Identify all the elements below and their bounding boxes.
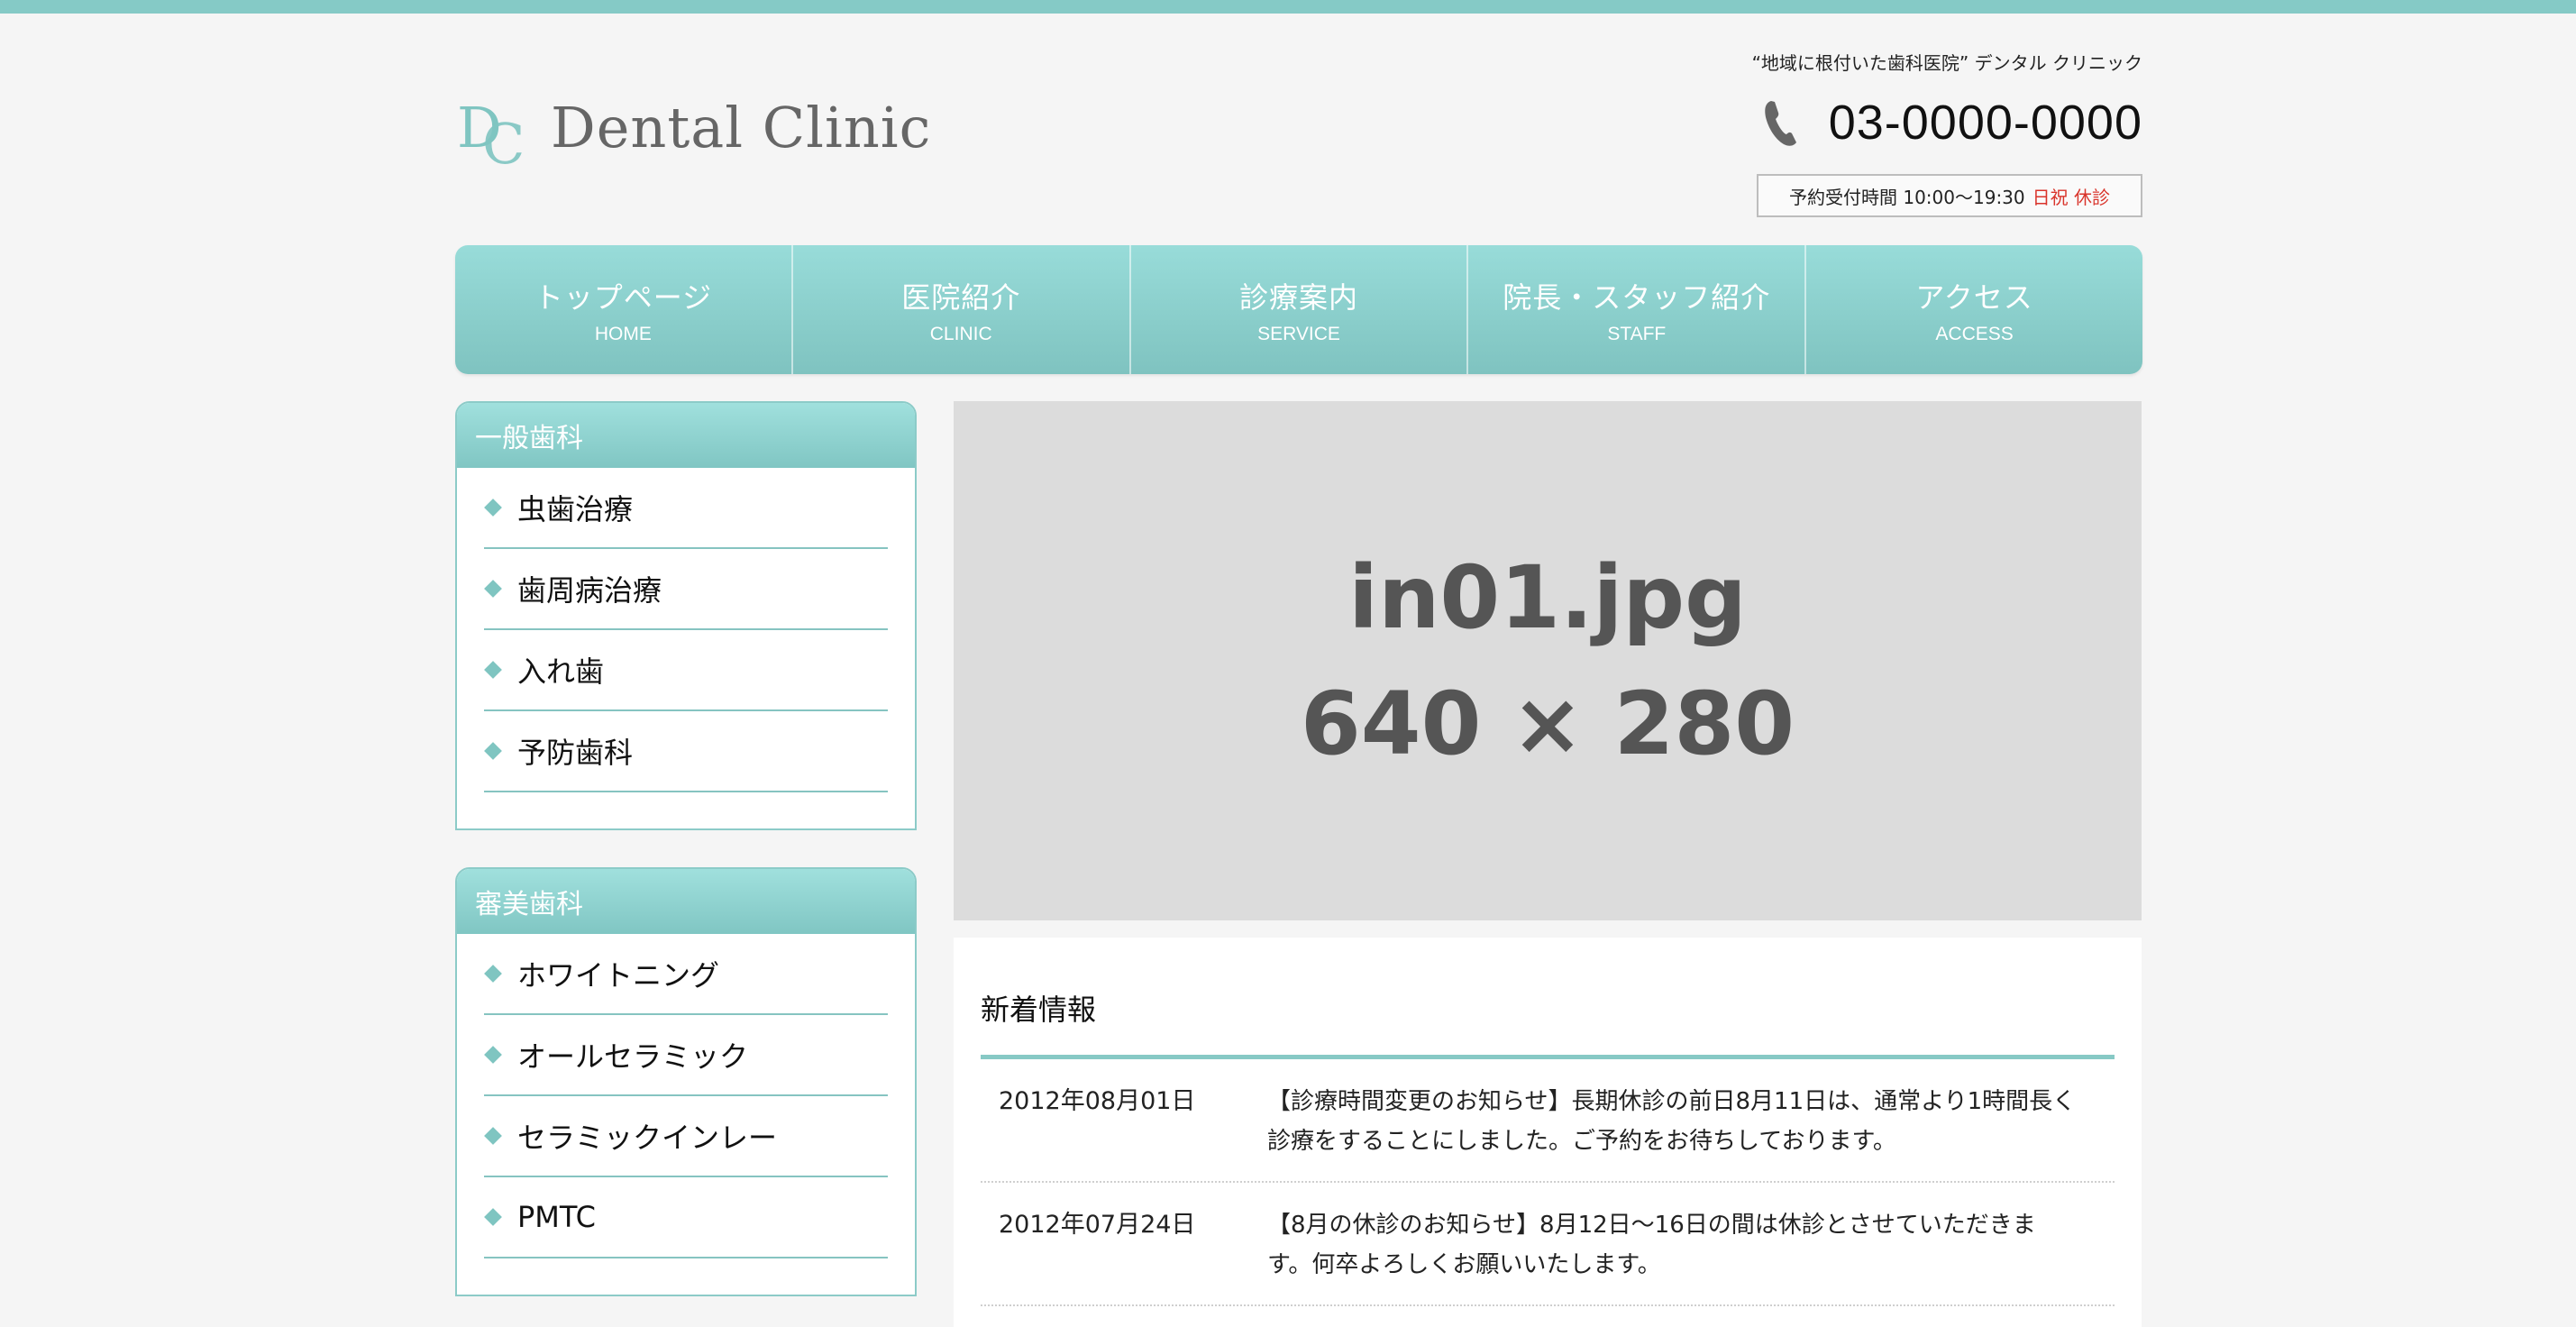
diamond-bullet-icon <box>484 499 502 517</box>
diamond-bullet-icon <box>484 661 502 679</box>
news-row: 2012年08月01日 【診療時間変更のお知らせ】長期休診の前日8月11日は、通… <box>981 1059 2115 1183</box>
placeholder-filename: in01.jpg <box>1348 547 1747 648</box>
dc-logo-icon: D C <box>457 95 525 169</box>
nav-label-jp: トップページ <box>534 279 713 315</box>
news-text[interactable]: 【診療時間変更のお知らせ】長期休診の前日8月11日は、通常より1時間長く診療をす… <box>1267 1082 2078 1161</box>
site-tagline: “地域に根付いた歯科医院” デンタル クリニック <box>1751 52 2142 74</box>
nav-service[interactable]: 診療案内 SERVICE <box>1131 245 1469 374</box>
hours-text: 予約受付時間 10:00〜19:30 <box>1789 186 2025 208</box>
nav-label-en: CLINIC <box>929 323 992 344</box>
nav-label-jp: アクセス <box>1915 279 2033 315</box>
diamond-bullet-icon <box>484 1046 502 1064</box>
nav-home[interactable]: トップページ HOME <box>455 245 793 374</box>
sidebar-item-label: 歯周病治療 <box>517 573 662 608</box>
sidebar-item-label: PMTC <box>517 1200 596 1234</box>
diamond-bullet-icon <box>484 1208 502 1226</box>
sidebar-item[interactable]: ホワイトニング <box>484 934 888 1015</box>
sidebar-heading: 一般歯科 <box>457 403 915 468</box>
news-row: 2012年07月24日 【8月の休診のお知らせ】8月12日〜16日の間は休診とさ… <box>981 1183 2115 1306</box>
top-accent-bar <box>0 0 2576 14</box>
logo-text: Dental Clinic <box>551 94 932 160</box>
site-logo[interactable]: D C Dental Clinic <box>455 86 931 169</box>
closed-days: 日祝 休診 <box>2032 186 2110 208</box>
global-nav: トップページ HOME 医院紹介 CLINIC 診療案内 SERVICE 院長・… <box>455 245 2142 374</box>
sidebar-heading: 審美歯科 <box>457 869 915 934</box>
sidebar-list: ホワイトニング オールセラミック セラミックインレー PMTC <box>457 934 915 1258</box>
diamond-bullet-icon <box>484 580 502 598</box>
placeholder-dimensions: 640 × 280 <box>1300 673 1795 774</box>
sidebar-item-label: 入れ歯 <box>517 654 605 689</box>
hero-image-placeholder: in01.jpg 640 × 280 <box>954 401 2142 920</box>
news-date: 2012年07月24日 <box>999 1211 1196 1239</box>
nav-label-en: HOME <box>594 323 652 344</box>
sidebar-cosmetic-dentistry: 審美歯科 ホワイトニング オールセラミック セラミックインレー PMTC <box>455 867 917 1296</box>
phone-number: 03-0000-0000 <box>1828 96 2142 150</box>
news-text[interactable]: 【8月の休診のお知らせ】8月12日〜16日の間は休診とさせていただきます。何卒よ… <box>1267 1205 2078 1285</box>
sidebar-list: 虫歯治療 歯周病治療 入れ歯 予防歯科 <box>457 468 915 792</box>
nav-staff[interactable]: 院長・スタッフ紹介 STAFF <box>1468 245 1807 374</box>
nav-label-jp: 診療案内 <box>1238 279 1358 315</box>
news-heading: 新着情報 <box>981 938 2115 1059</box>
nav-label-en: SERVICE <box>1257 323 1340 344</box>
sidebar-item[interactable]: セラミックインレー <box>484 1096 888 1177</box>
news-section: 新着情報 2012年08月01日 【診療時間変更のお知らせ】長期休診の前日8月1… <box>954 938 2142 1327</box>
phone-block: 03-0000-0000 <box>1762 95 2142 151</box>
phone-icon <box>1764 101 1796 146</box>
svg-text:C: C <box>482 111 525 169</box>
sidebar-item[interactable]: 虫歯治療 <box>484 468 888 549</box>
diamond-bullet-icon <box>484 965 502 983</box>
sidebar-item-label: 虫歯治療 <box>517 492 634 526</box>
nav-clinic[interactable]: 医院紹介 CLINIC <box>793 245 1131 374</box>
sidebar-item-label: 予防歯科 <box>517 736 634 770</box>
diamond-bullet-icon <box>484 1127 502 1145</box>
nav-label-en: ACCESS <box>1935 323 2014 344</box>
news-date: 2012年08月01日 <box>999 1087 1196 1115</box>
nav-label-jp: 院長・スタッフ紹介 <box>1503 279 1771 315</box>
sidebar-item[interactable]: 歯周病治療 <box>484 549 888 630</box>
sidebar-item[interactable]: PMTC <box>484 1177 888 1258</box>
sidebar-item-label: オールセラミック <box>517 1039 749 1074</box>
nav-label-jp: 医院紹介 <box>901 279 1021 315</box>
sidebar-general-dentistry: 一般歯科 虫歯治療 歯周病治療 入れ歯 予防歯科 <box>455 401 917 830</box>
reservation-hours: 予約受付時間 10:00〜19:30 日祝 休診 <box>1757 174 2142 217</box>
sidebar-item[interactable]: 予防歯科 <box>484 711 888 792</box>
sidebar-item[interactable]: 入れ歯 <box>484 630 888 711</box>
sidebar-item-label: セラミックインレー <box>517 1121 778 1155</box>
diamond-bullet-icon <box>484 742 502 760</box>
nav-access[interactable]: アクセス ACCESS <box>1806 245 2142 374</box>
sidebar-item-label: ホワイトニング <box>517 958 720 993</box>
nav-label-en: STAFF <box>1607 323 1667 344</box>
sidebar-item[interactable]: オールセラミック <box>484 1015 888 1096</box>
